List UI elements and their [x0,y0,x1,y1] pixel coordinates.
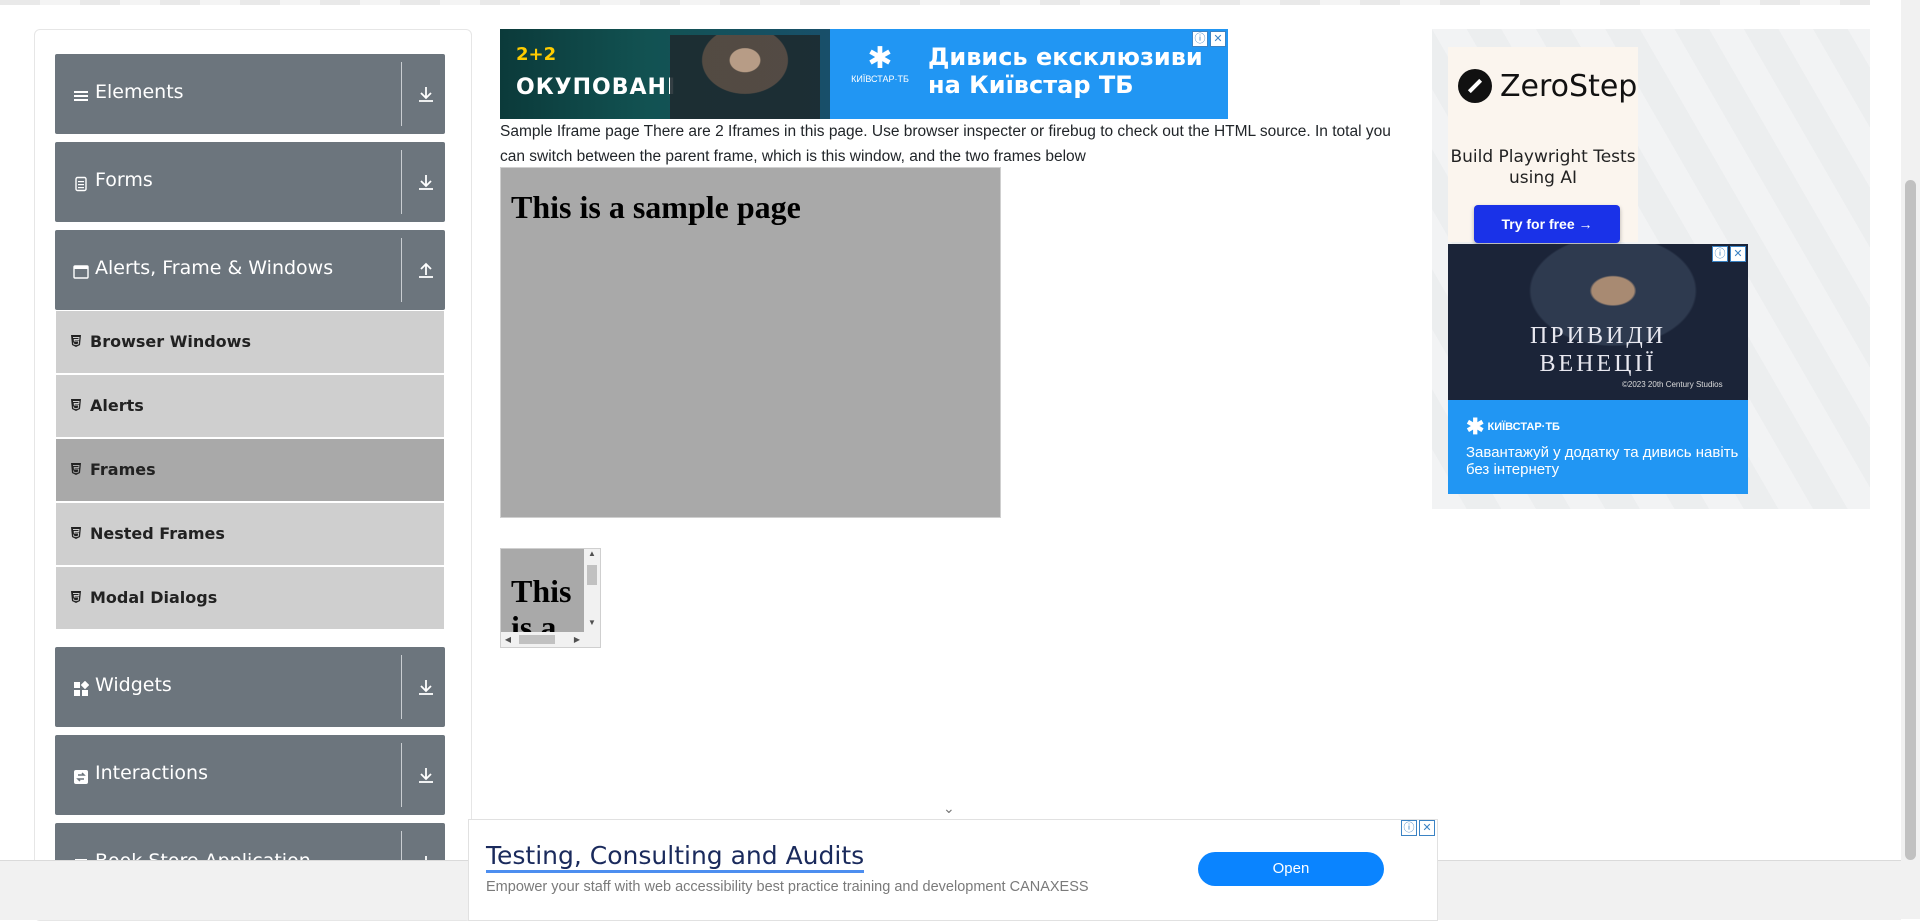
ad-info-icon[interactable]: ⓘ [1712,246,1728,262]
kyivstar-logo-text: КИЇВСТАР·ТБ [851,74,909,84]
left-panel: Elements Forms Alerts, Frame & Windows B… [34,29,472,921]
vertical-scrollbar[interactable]: ▲ ▼ [584,549,600,632]
film-title-line2: ВЕНЕЦІЇ [1539,351,1657,377]
ad-tagline-line2: на Київстар ТБ [928,71,1134,99]
sidebar-item-label: Browser Windows [90,332,251,351]
sidebar-item-browser-windows[interactable]: Browser Windows [56,311,444,375]
ad-tagline-line1: Дивись ексклюзиви [928,43,1203,71]
ad-text: Empower your staff with web accessibilit… [486,879,1089,895]
bottom-banner-ad[interactable]: Testing, Consulting and Audits Empower y… [468,819,1438,921]
sidebar-item-alerts[interactable]: Alerts [56,375,444,439]
widgets-icon [74,681,89,696]
ad-title[interactable]: Testing, Consulting and Audits [486,842,865,873]
group-title: Widgets [95,674,172,696]
zerostep-logo-icon [1458,69,1492,103]
ad-close-icon[interactable]: ✕ [1419,820,1435,836]
channel-logo: 2+2 [516,44,557,65]
divider [401,150,402,214]
group-widgets[interactable]: Widgets [55,647,445,727]
list-icon [74,91,88,101]
film-copyright: ©2023 20th Century Studios [1622,380,1723,389]
ad-info-icon[interactable]: ⓘ [1401,820,1417,836]
horizontal-scrollbar[interactable]: ◀ ▶ [501,632,600,647]
html5-icon [71,399,81,411]
iframe-1[interactable]: This is a sample page [500,167,1001,518]
scroll-thumb[interactable] [587,565,597,585]
download-arrow-icon[interactable] [415,172,437,194]
divider [401,62,402,126]
open-button[interactable]: Open [1198,852,1384,886]
iframe-2[interactable]: This is a sample page ▲ ▼ ◀ ▶ [500,548,601,648]
group-forms[interactable]: Forms [55,142,445,222]
group-title: Interactions [95,762,208,784]
kyivstar-logo-text: КИЇВСТАР·ТБ [1487,420,1560,433]
group-alerts-frame-windows[interactable]: Alerts, Frame & Windows [55,230,445,310]
ad-choices[interactable]: ⓘ ✕ [1712,246,1746,262]
group-title: Forms [95,169,153,191]
frame-heading: This is a sample page [511,189,801,225]
sidebar-item-nested-frames[interactable]: Nested Frames [56,503,444,567]
download-arrow-icon[interactable] [415,84,437,106]
scroll-up-icon[interactable]: ▲ [584,549,600,563]
sidebar-item-label: Alerts [90,396,144,415]
film-ad-text: Завантажуй у додатку та дивись навіть бе… [1466,444,1739,478]
try-for-free-button[interactable]: Try for free → [1474,205,1620,243]
group-interactions[interactable]: Interactions [55,735,445,815]
sidebar-item-modal-dialogs[interactable]: Modal Dialogs [56,567,444,631]
kyivstar-logo: ✱ КИЇВСТАР·ТБ [850,44,910,106]
ad-info-icon[interactable]: ⓘ [1192,31,1208,47]
star-icon: ✱ [1466,414,1485,439]
interactions-icon [74,770,88,784]
window-icon [73,265,89,279]
chevron-down-icon[interactable]: ⌄ [943,801,955,815]
html5-icon [71,591,81,603]
film-title-line1: ПРИВИДИ [1529,323,1667,349]
sidebar-item-label: Frames [90,460,156,479]
group-title: Alerts, Frame & Windows [95,257,334,279]
divider [401,743,402,807]
upload-arrow-icon[interactable] [415,260,437,282]
page-description: Sample Iframe page There are 2 Iframes i… [500,123,1391,165]
document-icon [75,176,87,192]
show-title: ОКУПОВАНІ [516,75,677,100]
download-arrow-icon[interactable] [415,677,437,699]
html5-icon [71,527,81,539]
scroll-down-icon[interactable]: ▼ [584,618,600,632]
ad-close-icon[interactable]: ✕ [1730,246,1746,262]
page-scrollbar[interactable] [1901,0,1920,919]
divider [401,655,402,719]
ad-tagline: Дивись ексклюзиви на Київстар ТБ [928,43,1203,99]
ad-choices[interactable]: ⓘ ✕ [1192,31,1226,47]
ad-subtitle: Build Playwright Tests using AI [1450,147,1636,188]
scroll-left-icon[interactable]: ◀ [501,632,515,647]
ad-brand: ZeroStep [1500,69,1638,104]
group-elements[interactable]: Elements [55,54,445,134]
actor-image [670,35,820,119]
group-title: Elements [95,81,184,103]
right-sidebar-ad: ZeroStep Build Playwright Tests using AI… [1432,29,1870,509]
kyivstar-logo: ✱ КИЇВСТАР·ТБ [1466,414,1560,440]
ad-left-image: 2+2 ОКУПОВАНІ [500,29,830,119]
ad-choices[interactable]: ⓘ ✕ [1401,820,1435,836]
scroll-thumb[interactable] [1905,180,1916,860]
zerostep-ad[interactable]: ZeroStep Build Playwright Tests using AI… [1448,47,1638,243]
ad-close-icon[interactable]: ✕ [1210,31,1226,47]
scroll-thumb[interactable] [519,635,555,644]
sidebar-item-frames[interactable]: Frames [56,439,444,503]
star-icon: ✱ [867,42,893,75]
film-title: ПРИВИДИ ВЕНЕЦІЇ [1448,322,1748,378]
sidebar-item-label: Modal Dialogs [90,588,218,607]
sidebar-item-label: Nested Frames [90,524,225,543]
html5-icon [71,463,81,475]
divider [401,238,402,302]
top-banner-ad[interactable]: 2+2 ОКУПОВАНІ ✱ КИЇВСТАР·ТБ Дивись екскл… [500,29,1228,119]
html5-icon [71,335,81,347]
film-ad[interactable]: ПРИВИДИ ВЕНЕЦІЇ ©2023 20th Century Studi… [1448,244,1748,494]
scroll-right-icon[interactable]: ▶ [570,632,584,647]
download-arrow-icon[interactable] [415,765,437,787]
top-strip [0,0,1870,5]
